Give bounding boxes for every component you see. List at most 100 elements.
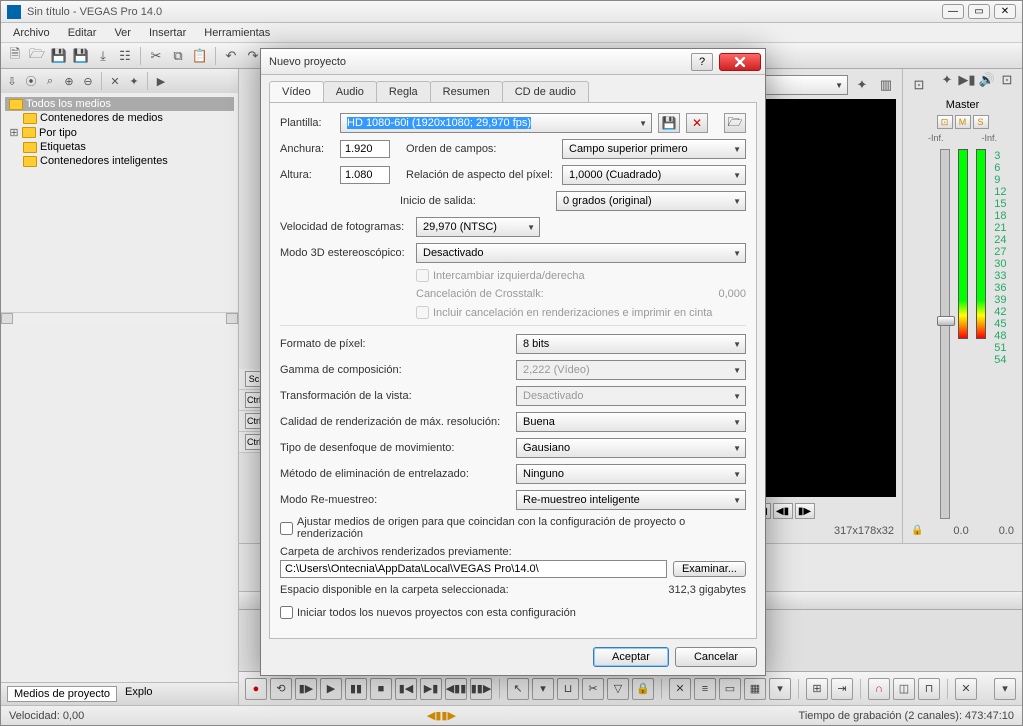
template-dropdown[interactable]: HD 1080-60i (1920x1080; 29,970 fps) ▼ (340, 113, 652, 133)
tree-root[interactable]: Todos los medios (5, 97, 234, 111)
ok-button[interactable]: Aceptar (593, 647, 669, 667)
tab-audio[interactable]: Audio (323, 81, 377, 102)
tab-audiocd[interactable]: CD de audio (502, 81, 589, 102)
tool-ripple[interactable]: ⇥ (831, 678, 853, 700)
fader-track[interactable] (940, 149, 950, 519)
match-media-icon[interactable]: 🗁 (724, 113, 746, 133)
menu-view[interactable]: Ver (106, 25, 139, 41)
open-icon[interactable]: 🗁 (27, 46, 47, 66)
maximize-button[interactable]: ▭ (968, 4, 990, 19)
mixer-view-icon[interactable]: ⊡ (909, 75, 929, 95)
scroll-right[interactable] (226, 313, 238, 324)
render-icon[interactable]: ⤓ (93, 46, 113, 66)
new-icon[interactable]: 🗎 (5, 46, 25, 66)
folder-input[interactable] (280, 560, 667, 578)
blur-dropdown[interactable]: Gausiano▼ (516, 438, 746, 458)
field-order-dropdown[interactable]: Campo superior primero▼ (562, 139, 746, 159)
tool-snapobj[interactable]: ▭ (719, 678, 741, 700)
menu-edit[interactable]: Editar (60, 25, 105, 41)
playfrom-icon[interactable]: ▶▮ (958, 71, 976, 89)
minimize-button[interactable]: — (942, 4, 964, 19)
width-input[interactable] (340, 140, 390, 158)
goto-start-button[interactable]: ▮◀ (395, 678, 417, 700)
speaker-icon[interactable]: 🔊 (978, 71, 996, 89)
close-button[interactable] (719, 53, 761, 71)
tab-project-media[interactable]: Medios de proyecto (7, 686, 117, 702)
pixfmt-dropdown[interactable]: 8 bits▼ (516, 334, 746, 354)
help-button[interactable]: ? (691, 53, 713, 71)
tree-item[interactable]: Etiquetas (5, 140, 234, 154)
saveas-icon[interactable]: 💾 (71, 46, 91, 66)
scrub-icon[interactable]: ◀▮▮▶ (427, 709, 456, 722)
fx-icon[interactable]: ✦ (852, 75, 872, 95)
mixer-mute-button[interactable]: M (955, 115, 971, 129)
scan-icon[interactable]: ⌕ (41, 72, 59, 90)
import-icon[interactable]: ⇩ (3, 72, 21, 90)
tool-snapgrid[interactable]: ▦ (744, 678, 766, 700)
tool-split[interactable]: ✂ (582, 678, 604, 700)
lock-icon[interactable]: 🔒 (911, 525, 923, 537)
tool-normal[interactable]: ↖ (507, 678, 529, 700)
deint-dropdown[interactable]: Ninguno▼ (516, 464, 746, 484)
copy-icon[interactable]: ⧉ (168, 46, 188, 66)
tree-item[interactable]: Contenedores de medios (5, 111, 234, 125)
prev-prev-icon[interactable]: ◀▮ (773, 503, 793, 519)
record-button[interactable]: ● (245, 678, 267, 700)
height-input[interactable] (340, 166, 390, 184)
loop-button[interactable]: ⟲ (270, 678, 292, 700)
tool-marker[interactable]: ▽ (607, 678, 629, 700)
split-icon[interactable]: ▥ (876, 75, 896, 95)
tool-group[interactable]: ⊞ (806, 678, 828, 700)
mixer-insert-button[interactable]: ⊡ (937, 115, 953, 129)
delete-template-icon[interactable]: ✕ (686, 113, 708, 133)
goto-end-button[interactable]: ▶▮ (420, 678, 442, 700)
tool-magnet[interactable]: ⊔ (557, 678, 579, 700)
stop-button[interactable]: ■ (370, 678, 392, 700)
tool-zoom-dd[interactable]: ▾ (994, 678, 1016, 700)
tree-item[interactable]: Contenedores inteligentes (5, 154, 234, 168)
rotation-dropdown[interactable]: 0 grados (original)▼ (556, 191, 746, 211)
paste-icon[interactable]: 📋 (190, 46, 210, 66)
start-all-checkbox[interactable]: Iniciar todos los nuevos proyectos con e… (280, 606, 576, 619)
remove-icon[interactable]: ⊖ (79, 72, 97, 90)
play-start-button[interactable]: ▮▶ (295, 678, 317, 700)
tool-snapmark[interactable]: ▾ (769, 678, 791, 700)
close-app-button[interactable]: ✕ (994, 4, 1016, 19)
tool-autoxfade[interactable]: ✕ (669, 678, 691, 700)
fader-handle[interactable] (937, 316, 955, 326)
tool-arrow-dd[interactable]: ▾ (532, 678, 554, 700)
fx-icon[interactable]: ✦ (938, 71, 956, 89)
tab-ruler[interactable]: Regla (376, 81, 431, 102)
undo-icon[interactable]: ↶ (221, 46, 241, 66)
props-icon[interactable]: ☷ (115, 46, 135, 66)
expand-icon[interactable]: ⊞ (9, 126, 19, 139)
props2-icon[interactable]: ✕ (106, 72, 124, 90)
tool-lock[interactable]: 🔒 (632, 678, 654, 700)
tool-quantize[interactable]: ◫ (893, 678, 915, 700)
tool-magnet2[interactable]: ∩ (868, 678, 890, 700)
swap-lr-checkbox[interactable]: Intercambiar izquierda/derecha (416, 269, 585, 282)
cut-icon[interactable]: ✂ (146, 46, 166, 66)
play-button[interactable]: ▶ (320, 678, 342, 700)
tool-x[interactable]: ✕ (955, 678, 977, 700)
cancel-button[interactable]: Cancelar (675, 647, 757, 667)
tab-explorer[interactable]: Explo (125, 686, 153, 702)
save-icon[interactable]: 💾 (49, 46, 69, 66)
menu-insert[interactable]: Insertar (141, 25, 194, 41)
webget-icon[interactable]: ⊕ (60, 72, 78, 90)
tool-autoripple[interactable]: ≡ (694, 678, 716, 700)
tab-video[interactable]: Vídeo (269, 81, 324, 102)
prev-next-icon[interactable]: ▮▶ (795, 503, 815, 519)
play-icon[interactable]: ▶ (152, 72, 170, 90)
mixer-solo-button[interactable]: S (973, 115, 989, 129)
tool-snap[interactable]: ⊓ (918, 678, 940, 700)
adjust-media-checkbox[interactable]: Ajustar medios de origen para que coinci… (280, 516, 746, 540)
browse-button[interactable]: Examinar... (673, 561, 746, 577)
menu-tools[interactable]: Herramientas (196, 25, 278, 41)
menu-file[interactable]: Archivo (5, 25, 58, 41)
scroll-left[interactable] (1, 313, 13, 324)
capture-icon[interactable]: ⦿ (22, 72, 40, 90)
quality-dropdown[interactable]: Buena▼ (516, 412, 746, 432)
dim-icon[interactable]: ⊡ (998, 71, 1016, 89)
include-crosstalk-checkbox[interactable]: Incluir cancelación en renderizaciones e… (416, 306, 712, 319)
